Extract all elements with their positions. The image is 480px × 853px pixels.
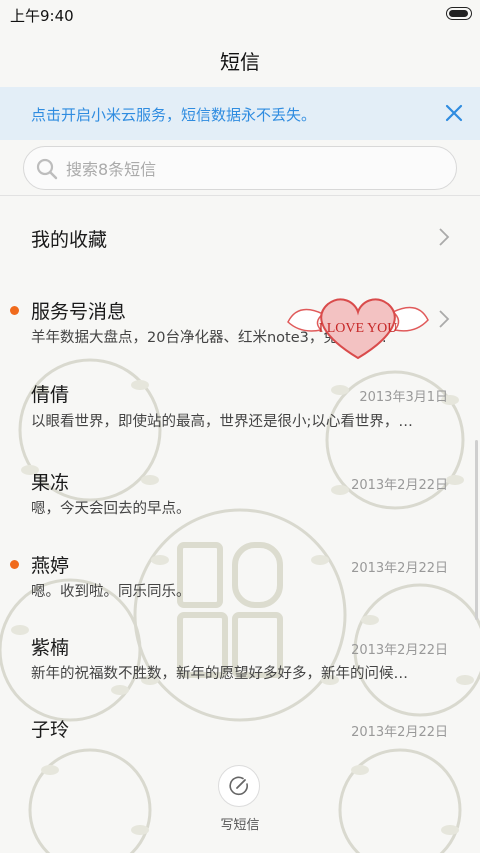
conversation-date: 2013年2月22日: [351, 478, 448, 493]
search-area: [0, 140, 480, 196]
conversation-preview: 新年的祝福数不胜数，新年的愿望好多好多，新年的问候…: [31, 666, 408, 682]
unread-dot: [10, 560, 19, 569]
conversation-name: 服务号消息: [31, 301, 127, 323]
search-icon: [36, 158, 58, 180]
conversation-row[interactable]: 果冻 2013年2月22日 嗯，今天会回去的早点。: [0, 442, 480, 524]
chevron-right-icon: [439, 310, 450, 328]
conversation-name: 果冻: [31, 472, 70, 494]
status-bar: 上午9:40: [0, 0, 480, 28]
conversation-name: 倩倩: [31, 384, 70, 406]
conversation-row[interactable]: 子玲 2013年2月22日: [0, 688, 480, 753]
compose-circle[interactable]: [218, 765, 260, 807]
compose-button[interactable]: 写短信: [210, 765, 270, 835]
conversation-date: 2013年2月22日: [351, 725, 448, 740]
conversation-row[interactable]: 燕婷 2013年2月22日 嗯。收到啦。同乐同乐。: [0, 524, 480, 606]
heart-sticker: I LOVE YOU: [287, 298, 429, 360]
chevron-right-icon: [439, 228, 450, 246]
conversation-name: 燕婷: [31, 555, 70, 577]
favorites-label: 我的收藏: [31, 229, 108, 251]
conversation-row[interactable]: 紫楠 2013年2月22日 新年的祝福数不胜数，新年的愿望好多好多，新年的问候…: [0, 606, 480, 688]
battery-icon: [446, 7, 472, 20]
scrollbar[interactable]: [475, 440, 478, 620]
conversation-date: 2013年2月22日: [351, 561, 448, 576]
title-bar: 短信: [0, 28, 480, 86]
conversation-preview: 嗯。收到啦。同乐同乐。: [31, 584, 191, 600]
page-title: 短信: [220, 50, 260, 74]
favorites-row[interactable]: 我的收藏: [0, 196, 480, 278]
conversation-date: 2013年2月22日: [351, 643, 448, 658]
conversation-row[interactable]: 倩倩 2013年3月1日 以眼看世界，即使站的最高，世界还是很小;以心看世界，…: [0, 360, 480, 442]
conversation-name: 子玲: [31, 719, 70, 741]
search-input[interactable]: [64, 147, 448, 191]
compose-label: 写短信: [220, 818, 260, 833]
banner-text[interactable]: 点击开启小米云服务，短信数据永不丢失。: [31, 104, 316, 125]
status-time: 上午9:40: [10, 7, 74, 25]
conversation-preview: 嗯，今天会回去的早点。: [31, 501, 191, 517]
cloud-service-banner[interactable]: 点击开启小米云服务，短信数据永不丢失。: [0, 87, 480, 140]
sticker-text: I LOVE YOU: [319, 321, 398, 336]
conversation-name: 紫楠: [31, 637, 70, 659]
close-icon[interactable]: [442, 101, 466, 125]
conversation-date: 2013年3月1日: [359, 390, 448, 405]
conversation-preview: 以眼看世界，即使站的最高，世界还是很小;以心看世界，…: [31, 414, 413, 430]
pencil-circle-icon: [229, 776, 248, 796]
search-box[interactable]: [23, 146, 457, 191]
unread-dot: [10, 306, 19, 315]
